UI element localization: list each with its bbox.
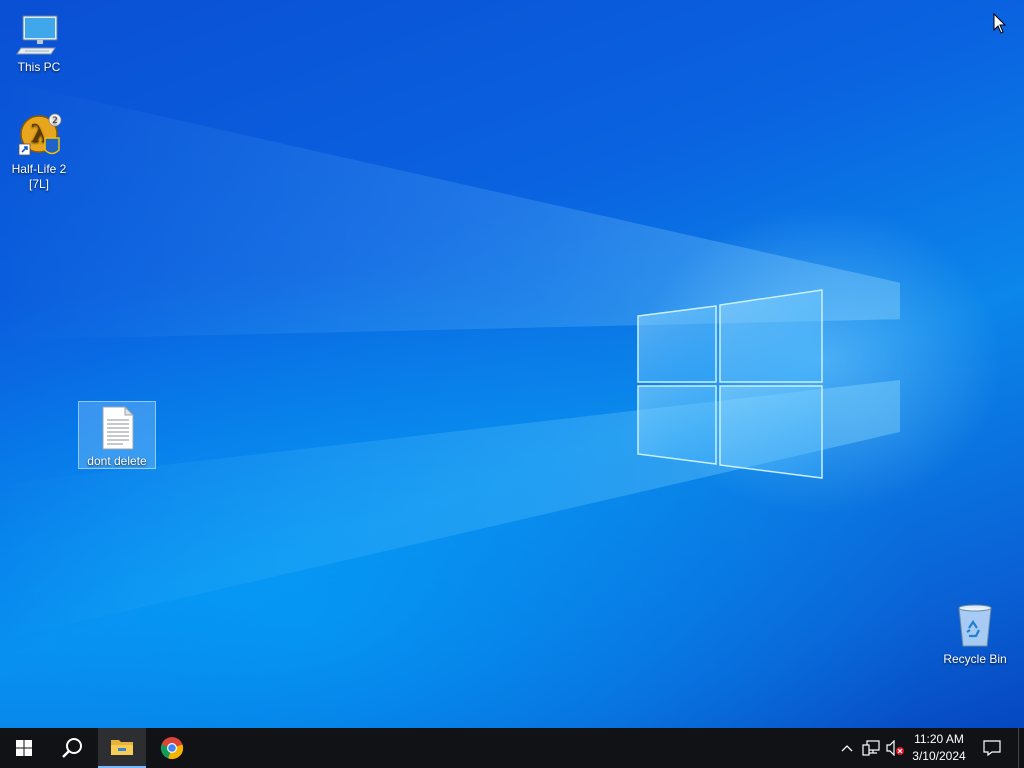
desktop-icon-recycle-bin[interactable]: Recycle Bin (937, 600, 1013, 667)
network-icon (862, 740, 880, 756)
search-button[interactable] (48, 728, 96, 768)
action-center-button[interactable] (978, 728, 1006, 768)
desktop-icon-this-pc[interactable]: This PC (1, 8, 77, 75)
volume-button[interactable] (884, 728, 906, 768)
desktop-icon-label: dont delete (87, 454, 147, 468)
volume-muted-icon (886, 740, 904, 756)
desktop-icon-label: Recycle Bin (943, 652, 1007, 666)
windows-logo-wallpaper (637, 289, 823, 479)
desktop-icon-label: This PC (17, 60, 61, 74)
search-icon (62, 738, 82, 758)
taskbar: 11:20 AM 3/10/2024 (0, 728, 1024, 768)
mouse-cursor-icon (993, 13, 1007, 34)
half-life-2-shortcut-icon: λ 2 (15, 112, 63, 160)
text-document-icon (93, 404, 141, 452)
folder-icon (111, 740, 133, 755)
start-button[interactable] (0, 728, 48, 768)
clock-date: 3/10/2024 (912, 749, 966, 763)
notification-icon (983, 740, 1001, 756)
recycle-bin-icon (951, 602, 999, 650)
windows-start-icon (16, 740, 32, 756)
network-button[interactable] (860, 728, 882, 768)
desktop-icon-dont-delete[interactable]: dont delete (78, 401, 156, 469)
desktop-icon-half-life-2[interactable]: λ 2 Half-Life 2 [7L] (1, 110, 77, 192)
taskbar-clock[interactable]: 11:20 AM 3/10/2024 (904, 731, 974, 765)
show-desktop-button[interactable] (1018, 728, 1024, 768)
taskbar-chrome[interactable] (148, 728, 196, 768)
this-pc-icon (15, 10, 63, 58)
chevron-up-icon (841, 745, 853, 752)
desktop-icon-label: Half-Life 2 [7L] (11, 162, 67, 191)
svg-text:2: 2 (52, 116, 58, 126)
show-hidden-icons-button[interactable] (838, 728, 856, 768)
desktop-wallpaper[interactable]: This PC λ 2 Half-Life 2 [7L] dont delete… (0, 0, 1024, 728)
taskbar-file-explorer[interactable] (98, 728, 146, 768)
clock-time: 11:20 AM (914, 732, 964, 746)
chrome-icon (160, 737, 184, 760)
